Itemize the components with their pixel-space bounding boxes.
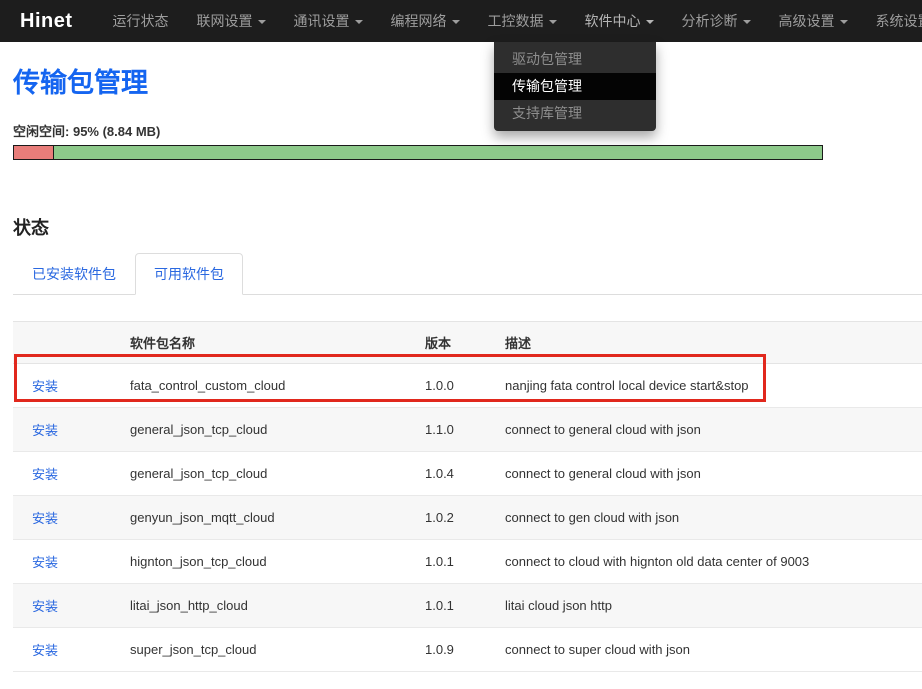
- header-description: 描述: [505, 322, 922, 364]
- package-version: 1.0.4: [425, 452, 505, 496]
- table-row: 安装 super_json_tcp_cloud1.0.9connect to su…: [13, 628, 922, 672]
- package-name: genyun_json_mqtt_cloud: [130, 496, 425, 540]
- header-action: [13, 322, 130, 364]
- install-link[interactable]: 安装: [32, 643, 58, 658]
- package-description: connect to general cloud with json: [505, 408, 922, 452]
- nav-item-system-settings[interactable]: 系统设置: [862, 0, 922, 42]
- free-space-label: 空闲空间: 95% (8.84 MB): [13, 121, 922, 140]
- nav-item-industrial-data[interactable]: 工控数据: [474, 0, 571, 42]
- install-link[interactable]: 安装: [32, 423, 58, 438]
- package-name: super_json_tcp_cloud: [130, 628, 425, 672]
- dropdown-item-transport-packages[interactable]: 传输包管理: [494, 73, 656, 100]
- package-tabs: 已安装软件包可用软件包: [13, 256, 922, 295]
- package-description: nanjing fata control local device start&…: [505, 364, 922, 408]
- package-description: connect to cloud with hignton old data c…: [505, 540, 922, 584]
- table-row: 安装 general_json_tcp_cloud1.0.4connect to …: [13, 452, 922, 496]
- package-description: connect to general cloud with json: [505, 452, 922, 496]
- package-version: 1.1.0: [425, 408, 505, 452]
- brand-logo: Hinet: [0, 10, 81, 33]
- storage-used-segment: [14, 146, 54, 159]
- chevron-down-icon: [258, 20, 266, 24]
- chevron-down-icon: [549, 20, 557, 24]
- chevron-down-icon: [840, 20, 848, 24]
- package-name: litai_json_http_cloud: [130, 584, 425, 628]
- package-description: connect to gen cloud with json: [505, 496, 922, 540]
- nav-item-network-settings[interactable]: 联网设置: [183, 0, 280, 42]
- chevron-down-icon: [452, 20, 460, 24]
- nav-item-software-center[interactable]: 软件中心: [571, 0, 668, 42]
- package-name: general_json_tcp_cloud: [130, 408, 425, 452]
- table-row: 安装 genyun_json_mqtt_cloud1.0.2connect to …: [13, 496, 922, 540]
- chevron-down-icon: [355, 20, 363, 24]
- package-name: fata_control_custom_cloud: [130, 364, 425, 408]
- chevron-down-icon: [743, 20, 751, 24]
- package-description: connect to super cloud with json: [505, 628, 922, 672]
- storage-progress-bar: [13, 145, 823, 160]
- nav-item-running-status[interactable]: 运行状态: [99, 0, 183, 42]
- top-navbar: Hinet 运行状态联网设置通讯设置编程网络工控数据软件中心分析诊断高级设置系统…: [0, 0, 922, 42]
- install-link[interactable]: 安装: [32, 599, 58, 614]
- nav-item-comm-settings[interactable]: 通讯设置: [280, 0, 377, 42]
- free-space-value: 95% (8.84 MB): [73, 124, 160, 139]
- table-row: 安装 fata_control_custom_cloud1.0.0nanjing …: [13, 364, 922, 408]
- software-center-dropdown: 驱动包管理传输包管理支持库管理: [494, 42, 656, 131]
- install-link[interactable]: 安装: [32, 555, 58, 570]
- package-name: hignton_json_tcp_cloud: [130, 540, 425, 584]
- package-version: 1.0.1: [425, 540, 505, 584]
- chevron-down-icon: [646, 20, 654, 24]
- tab-installed-packages[interactable]: 已安装软件包: [13, 253, 135, 295]
- status-heading: 状态: [13, 214, 922, 240]
- table-row: 安装 hignton_json_tcp_cloud1.0.1connect to …: [13, 540, 922, 584]
- table-row: 安装 general_json_tcp_cloud1.1.0connect to …: [13, 408, 922, 452]
- tab-available-packages[interactable]: 可用软件包: [135, 253, 243, 295]
- package-version: 1.0.0: [425, 364, 505, 408]
- nav-item-advanced-settings[interactable]: 高级设置: [765, 0, 862, 42]
- dropdown-item-support-libraries[interactable]: 支持库管理: [494, 100, 656, 127]
- nav-item-analysis-diagnosis[interactable]: 分析诊断: [668, 0, 765, 42]
- install-link[interactable]: 安装: [32, 467, 58, 482]
- free-space-caption: 空闲空间:: [13, 124, 69, 139]
- package-version: 1.0.1: [425, 584, 505, 628]
- package-version: 1.0.2: [425, 496, 505, 540]
- install-link[interactable]: 安装: [32, 379, 58, 394]
- package-description: litai cloud json http: [505, 584, 922, 628]
- table-header-row: 软件包名称 版本 描述: [13, 322, 922, 364]
- navbar-menu: 运行状态联网设置通讯设置编程网络工控数据软件中心分析诊断高级设置系统设置退出: [99, 0, 922, 42]
- main-content: 传输包管理 空闲空间: 95% (8.84 MB) 状态 已安装软件包可用软件包…: [0, 61, 922, 689]
- install-link[interactable]: 安装: [32, 511, 58, 526]
- package-version: 1.0.9: [425, 628, 505, 672]
- available-packages-table: 软件包名称 版本 描述 安装fata_control_custom_cloud1…: [13, 321, 922, 672]
- package-table-wrap: 软件包名称 版本 描述 安装fata_control_custom_cloud1…: [13, 321, 922, 672]
- nav-item-programming-network[interactable]: 编程网络: [377, 0, 474, 42]
- table-row: 安装 litai_json_http_cloud1.0.1litai cloud …: [13, 584, 922, 628]
- dropdown-item-driver-packages[interactable]: 驱动包管理: [494, 46, 656, 73]
- header-version: 版本: [425, 322, 505, 364]
- page-title: 传输包管理: [13, 61, 922, 100]
- storage-free-segment: [54, 146, 822, 159]
- package-name: general_json_tcp_cloud: [130, 452, 425, 496]
- header-package-name: 软件包名称: [130, 322, 425, 364]
